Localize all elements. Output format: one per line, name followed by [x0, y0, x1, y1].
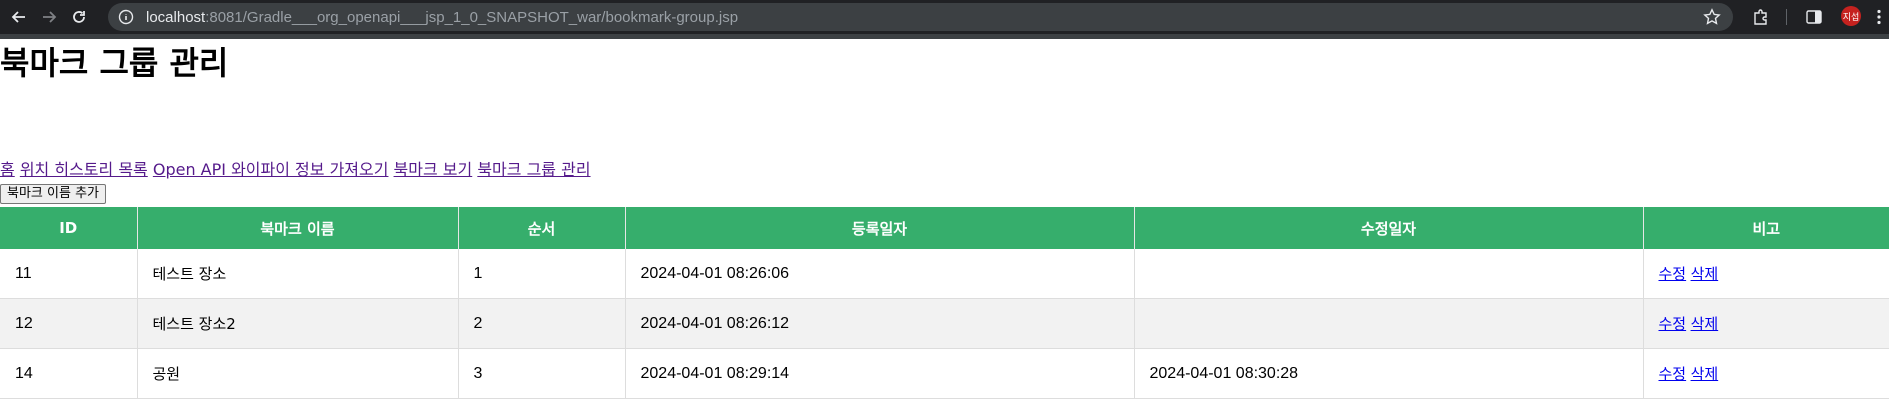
cell-modified — [1134, 298, 1644, 349]
bookmark-group-table: ID 북마크 이름 순서 등록일자 수정일자 비고 11 테스트 장소 1 20… — [0, 207, 1889, 399]
edit-link[interactable]: 수정 — [1659, 265, 1687, 283]
nav-link-bookmarks[interactable]: 북마크 보기 — [394, 160, 473, 179]
cell-id: 14 — [0, 348, 138, 399]
table-row: 12 테스트 장소2 2 2024-04-01 08:26:12 수정 삭제 — [0, 298, 1889, 349]
cell-order: 1 — [458, 249, 626, 299]
address-bar[interactable]: localhost:8081/Gradle___org_openapi___js… — [108, 3, 1733, 31]
nav-link-home[interactable]: 홈 — [0, 160, 15, 179]
add-bookmark-group-button[interactable]: 북마크 이름 추가 — [0, 184, 106, 204]
reload-button[interactable] — [68, 6, 90, 28]
extensions-icon[interactable] — [1752, 8, 1770, 26]
column-header-modified: 수정일자 — [1134, 207, 1644, 249]
cell-created: 2024-04-01 08:29:14 — [625, 348, 1135, 399]
column-header-id: ID — [0, 207, 138, 249]
cell-created: 2024-04-01 08:26:06 — [625, 249, 1135, 299]
page-title: 북마크 그룹 관리 — [0, 44, 229, 82]
cell-actions: 수정 삭제 — [1643, 298, 1889, 349]
column-header-order: 순서 — [458, 207, 626, 249]
column-header-name: 북마크 이름 — [137, 207, 459, 249]
browser-toolbar: localhost:8081/Gradle___org_openapi___js… — [0, 0, 1889, 34]
table-header-row: ID 북마크 이름 순서 등록일자 수정일자 비고 — [0, 207, 1889, 249]
reload-icon — [73, 11, 85, 23]
top-nav: 홈 위치 히스토리 목록 Open API 와이파이 정보 가져오기 북마크 보… — [0, 160, 591, 180]
cell-modified: 2024-04-01 08:30:28 — [1134, 348, 1644, 399]
more-menu-icon[interactable] — [1876, 9, 1882, 25]
cell-created: 2024-04-01 08:26:12 — [625, 298, 1135, 349]
info-icon[interactable] — [118, 9, 134, 25]
cell-name: 테스트 장소2 — [137, 298, 459, 349]
delete-link[interactable]: 삭제 — [1691, 265, 1719, 283]
table-row: 14 공원 3 2024-04-01 08:29:14 2024-04-01 0… — [0, 348, 1889, 399]
cell-order: 2 — [458, 298, 626, 349]
table-row: 11 테스트 장소 1 2024-04-01 08:26:06 수정 삭제 — [0, 249, 1889, 299]
url-path: :8081/Gradle___org_openapi___jsp_1_0_SNA… — [205, 8, 739, 26]
cell-actions: 수정 삭제 — [1643, 249, 1889, 299]
toolbar-divider — [1786, 9, 1787, 25]
forward-button[interactable] — [38, 6, 60, 28]
arrow-right-icon — [43, 11, 57, 23]
arrow-left-icon — [11, 11, 25, 23]
cell-id: 11 — [0, 249, 138, 299]
cell-order: 3 — [458, 348, 626, 399]
delete-link[interactable]: 삭제 — [1691, 365, 1719, 383]
cell-modified — [1134, 249, 1644, 299]
delete-link[interactable]: 삭제 — [1691, 315, 1719, 333]
cell-actions: 수정 삭제 — [1643, 348, 1889, 399]
bookmark-star-icon[interactable] — [1703, 8, 1721, 26]
toolbar-shadow — [0, 34, 1889, 39]
nav-link-bookmark-groups[interactable]: 북마크 그룹 관리 — [477, 160, 590, 179]
nav-link-load-wifi[interactable]: Open API 와이파이 정보 가져오기 — [153, 160, 389, 179]
cell-name: 공원 — [137, 348, 459, 399]
cell-name: 테스트 장소 — [137, 249, 459, 299]
column-header-note: 비고 — [1643, 207, 1889, 249]
url-host: localhost — [146, 8, 206, 26]
cell-id: 12 — [0, 298, 138, 349]
edit-link[interactable]: 수정 — [1659, 315, 1687, 333]
column-header-created: 등록일자 — [625, 207, 1135, 249]
profile-avatar[interactable]: 지섭 — [1841, 6, 1861, 26]
nav-link-history[interactable]: 위치 히스토리 목록 — [20, 160, 148, 179]
url-text: localhost:8081/Gradle___org_openapi___js… — [146, 9, 738, 26]
edit-link[interactable]: 수정 — [1659, 365, 1687, 383]
side-panel-icon[interactable] — [1805, 8, 1823, 26]
back-button[interactable] — [8, 6, 30, 28]
